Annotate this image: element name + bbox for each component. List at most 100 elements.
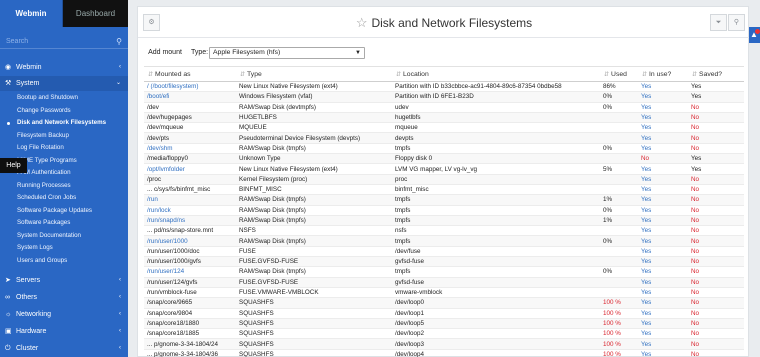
search-icon[interactable]: ⚲ — [728, 14, 745, 31]
table-row[interactable]: /run/snapd/ns RAM/Swap Disk (tmpfs) tmpfs 1… — [144, 215, 744, 227]
cell-mounted-as[interactable]: / (/boot/filesystem) — [144, 81, 236, 93]
cell-mounted-as[interactable]: /run — [144, 194, 236, 206]
col-in-use[interactable]: ⇵ In use? — [638, 66, 688, 82]
table-row[interactable]: /dev/shm RAM/Swap Disk (tmpfs) tmpfs 0% Yes N… — [144, 143, 744, 155]
category-cluster[interactable]: ⏻ Cluster ‹ — [0, 341, 128, 356]
cell-mounted-as[interactable]: /opt/lvmfolder — [144, 163, 236, 175]
sidebar-item-software-packages[interactable]: Software Packages — [0, 217, 128, 230]
cell-in-use[interactable]: Yes — [638, 205, 688, 216]
sidebar-item-filesystem-backup[interactable]: Filesystem Backup — [0, 130, 128, 143]
filter-icon[interactable]: ⏷ — [710, 14, 727, 31]
cell-in-use[interactable]: Yes — [638, 277, 688, 288]
table-row[interactable]: /snap/core18/1880 SQUASHFS/dev/loop5 100 %… — [144, 318, 744, 330]
table-row[interactable]: /dev/mqueue MQUEUE mqueue Yes No — [144, 122, 744, 134]
cell-in-use[interactable]: Yes — [638, 194, 688, 206]
tab-webmin[interactable]: Webmin — [0, 0, 62, 27]
category-networking[interactable]: ☼ Networking ‹ — [0, 307, 128, 322]
cell-mounted-as[interactable]: /run/snapd/ns — [144, 215, 236, 227]
sidebar-item-disk-filesystems[interactable]: Disk and Network Filesystems — [0, 117, 128, 130]
cell-in-use[interactable]: Yes — [638, 338, 688, 350]
cell-in-use[interactable]: Yes — [638, 102, 688, 113]
sidebar-item-running-processes[interactable]: Running Processes — [0, 180, 128, 193]
cell-mounted-as[interactable]: /dev/shm — [144, 143, 236, 155]
table-row[interactable]: ... p/gnome-3-34-1804/24 SQUASHFS/dev/loo… — [144, 338, 744, 350]
table-row[interactable]: /run/user/1000/gvfs FUSE.GVFSD-FUSE gvfsd-… — [144, 256, 744, 268]
table-row[interactable]: /run/lock RAM/Swap Disk (tmpfs) tmpfs 0% Yes… — [144, 205, 744, 216]
cell-in-use[interactable]: No — [638, 153, 688, 165]
table-row[interactable]: ... c/sys/fs/binfmt_misc BINFMT_MISC binfm… — [144, 184, 744, 196]
tab-dashboard[interactable]: Dashboard — [63, 0, 128, 27]
cell-in-use[interactable]: Yes — [638, 163, 688, 175]
sidebar-item-change-passwords[interactable]: Change Passwords — [0, 105, 128, 118]
search-input[interactable]: Search ⚲ — [0, 35, 128, 49]
table-row[interactable]: /run/vmblock-fuse FUSE.VMWARE-VMBLOCK vmwa… — [144, 287, 744, 299]
table-row[interactable]: /snap/core/9665 SQUASHFS/dev/loop0 100 % Ye… — [144, 297, 744, 309]
cell-mounted-as[interactable]: /run/user/1000 — [144, 235, 236, 247]
notification-badge[interactable]: ▲ — [749, 27, 760, 43]
cell-in-use[interactable]: Yes — [638, 297, 688, 309]
table-row[interactable]: /run/user/1000 RAM/Swap Disk (tmpfs) tmpfs… — [144, 235, 744, 247]
cell-mounted-as[interactable]: /boot/efi — [144, 91, 236, 103]
table-row[interactable]: /run RAM/Swap Disk (tmpfs) tmpfs 1% Yes No — [144, 194, 744, 206]
sidebar-item-system-logs[interactable]: System Logs — [0, 242, 128, 255]
cell-in-use[interactable]: Yes — [638, 215, 688, 227]
table-row[interactable]: /dev RAM/Swap Disk (devtmpfs) udev 0% Yes No — [144, 102, 744, 113]
table-row[interactable]: ... p/gnome-3-34-1804/36 SQUASHFS/dev/loo… — [144, 349, 744, 357]
cell-in-use[interactable]: Yes — [638, 91, 688, 103]
add-mount-button[interactable]: Add mount — [144, 45, 186, 61]
sidebar-item-users-and-groups[interactable]: Users and Groups — [0, 255, 128, 268]
table-row[interactable]: /run/user/124/gvfs FUSE.GVFSD-FUSE gvfsd-f… — [144, 277, 744, 288]
cell-mounted-as[interactable]: /run/user/124 — [144, 266, 236, 278]
cell-in-use[interactable]: Yes — [638, 122, 688, 134]
table-row[interactable]: /snap/core18/1885 SQUASHFS/dev/loop2 100 %… — [144, 328, 744, 340]
category-system[interactable]: ⚒ System ⌄ — [0, 76, 128, 91]
table-row[interactable]: /dev/hugepages HUGETLBFS hugetlbfs Yes No — [144, 112, 744, 124]
cell-in-use[interactable]: Yes — [638, 184, 688, 196]
category-webmin[interactable]: ◉ Webmin ‹ — [0, 60, 128, 75]
sidebar-item-log-file-rotation[interactable]: Log File Rotation — [0, 142, 128, 155]
table-row[interactable]: /snap/core/9804 SQUASHFS/dev/loop1 100 % Ye… — [144, 308, 744, 319]
table-row[interactable]: /proc Kernel Filesystem (proc) proc Yes No — [144, 174, 744, 185]
cell-in-use[interactable]: Yes — [638, 328, 688, 340]
col-saved[interactable]: ⇵ Saved? — [688, 66, 744, 82]
cell-in-use[interactable]: Yes — [638, 235, 688, 247]
category-others[interactable]: ∞ Others ‹ — [0, 290, 128, 305]
cell-in-use[interactable]: Yes — [638, 112, 688, 124]
col-type[interactable]: ⇵ Type — [236, 66, 392, 82]
col-location[interactable]: ⇵ Location — [392, 66, 600, 82]
search-icon[interactable]: ⚲ — [116, 35, 122, 49]
category-servers[interactable]: ➤ Servers ‹ — [0, 273, 128, 288]
cell-in-use[interactable]: Yes — [638, 349, 688, 357]
category-hardware[interactable]: ▣ Hardware ‹ — [0, 324, 128, 339]
table-row[interactable]: /boot/efi Windows Filesystem (vfat) Partit… — [144, 91, 744, 103]
table-row[interactable]: /run/user/1000/doc FUSE/dev/fuse Yes No — [144, 246, 744, 258]
table-row[interactable]: /dev/pts Pseudoterminal Device Filesystem… — [144, 132, 744, 144]
cell-mounted-as[interactable]: /run/lock — [144, 205, 236, 216]
table-row[interactable]: /media/floppy0 Unknown Type Floppy disk 0 N… — [144, 153, 744, 165]
cell-in-use[interactable]: Yes — [638, 256, 688, 268]
table-row[interactable]: /run/user/124 RAM/Swap Disk (tmpfs) tmpfs 0… — [144, 266, 744, 278]
col-used[interactable]: ⇵ Used — [600, 66, 638, 82]
cell-in-use[interactable]: Yes — [638, 174, 688, 185]
sidebar-item-system-documentation[interactable]: System Documentation — [0, 230, 128, 243]
cell-in-use[interactable]: Yes — [638, 132, 688, 144]
col-mounted-as[interactable]: ⇵ Mounted as — [144, 66, 236, 82]
cell-in-use[interactable]: Yes — [638, 246, 688, 258]
cell-in-use[interactable]: Yes — [638, 81, 688, 93]
table-row[interactable]: / (/boot/filesystem) New Linux Native Fil… — [144, 81, 744, 93]
rocket-icon: ➤ — [5, 277, 11, 284]
table-row[interactable]: /opt/lvmfolder New Linux Native Filesyste… — [144, 163, 744, 175]
cell-in-use[interactable]: Yes — [638, 308, 688, 319]
sidebar-item-bootup[interactable]: Bootup and Shutdown — [0, 92, 128, 105]
cell-in-use[interactable]: Yes — [638, 318, 688, 330]
sidebar-item-scheduled-cron-jobs[interactable]: Scheduled Cron Jobs — [0, 192, 128, 205]
cell-in-use[interactable]: Yes — [638, 287, 688, 299]
gear-icon[interactable]: ⚙ — [143, 14, 160, 31]
filesystem-type-select[interactable]: Apple Filesystem (hfs) ▼ — [209, 47, 365, 59]
cell-in-use[interactable]: Yes — [638, 266, 688, 278]
table-row[interactable]: ... pd/ns/snap-store.mnt NSFS nsfs Yes No — [144, 225, 744, 237]
cell-in-use[interactable]: Yes — [638, 225, 688, 237]
star-icon[interactable]: ☆ — [356, 15, 368, 30]
sidebar-item-software-package-updates[interactable]: Software Package Updates — [0, 205, 128, 218]
cell-in-use[interactable]: Yes — [638, 143, 688, 155]
